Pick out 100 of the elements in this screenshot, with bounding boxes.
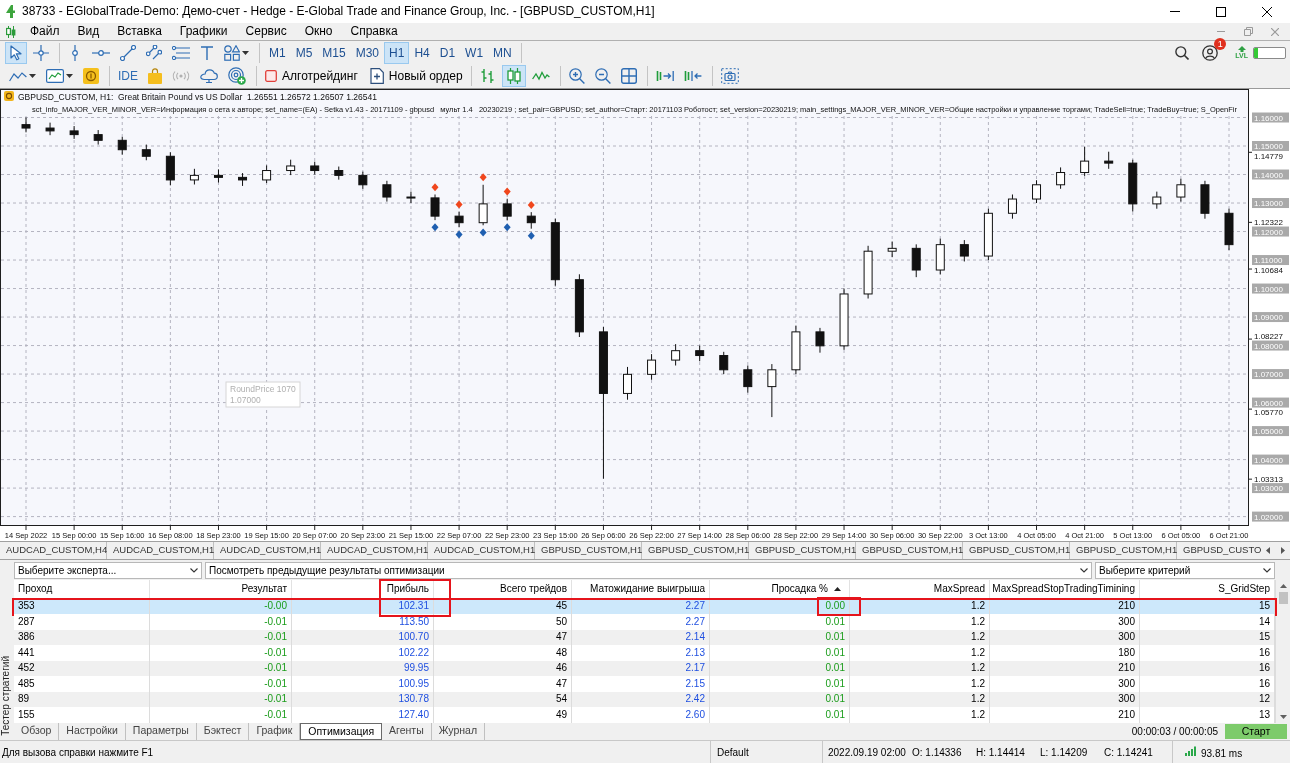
timeframe-button[interactable]: MN — [488, 41, 517, 64]
caret-down-icon — [66, 74, 73, 78]
column-header[interactable]: MaxSpreadStopTradingTimining — [992, 581, 1135, 596]
crosshair-icon — [33, 44, 49, 61]
start-button[interactable]: Старт — [1225, 723, 1287, 739]
new-order-button[interactable]: Новый ордер — [365, 65, 467, 87]
table-cell: -0.01 — [264, 646, 287, 659]
price-value: L: 1.14209 — [1039, 746, 1089, 760]
table-cell: 1.2 — [971, 662, 985, 675]
grid-icon — [620, 68, 637, 84]
table-row[interactable]: 287 -0.01 113.50 50 2.27 0.01 1.2 300 14 — [14, 614, 1275, 630]
chart-tab[interactable]: GBPUSD_CUSTOM,H1 — [642, 542, 749, 559]
candlestick-button[interactable] — [501, 65, 526, 87]
menu-item[interactable]: Справка — [341, 23, 407, 40]
table-row[interactable]: 441 -0.01 102.22 48 2.13 0.01 1.2 180 16 — [14, 645, 1275, 661]
chart-tab[interactable]: AUDCAD_CUSTOM,H1 — [107, 542, 214, 559]
candlestick — [262, 164, 272, 184]
panel-tab[interactable]: Бэктест — [196, 722, 250, 740]
ref-line-label: 1.10000 — [1254, 284, 1284, 294]
candlestick — [430, 193, 440, 221]
scrollbar-thumb[interactable] — [1278, 591, 1288, 604]
panel-tab[interactable]: Журнал — [431, 722, 486, 740]
ref-line-label: 1.03000 — [1254, 484, 1284, 494]
price-value: H: 1.14414 — [975, 746, 1026, 760]
panel-tab[interactable]: Обзор — [14, 722, 60, 740]
ping-value: 93.81 ms — [1201, 747, 1243, 761]
chart-tab[interactable]: GBPUSD_CUSTOM,H1 — [856, 542, 963, 559]
price-label: 1.10684 — [1254, 265, 1283, 275]
chart-tab[interactable]: GBPUSD_CUSTOM,H1 — [963, 542, 1070, 559]
timeframe-button[interactable]: M5 — [290, 41, 318, 64]
ref-line-label: 1.15000 — [1254, 142, 1284, 152]
zoom-in-icon — [568, 68, 585, 84]
table-cell: 1.2 — [971, 708, 985, 721]
column-header[interactable]: Проход — [18, 581, 53, 596]
timeframe-button[interactable]: W1 — [460, 41, 489, 64]
results-select[interactable]: Посмотреть предыдущие результаты оптимизации — [205, 562, 1092, 580]
table-cell: 2.60 — [685, 708, 705, 721]
table-cell: 1.2 — [971, 600, 985, 613]
column-header[interactable]: Результат — [241, 581, 287, 596]
column-header[interactable]: Просадка % — [771, 581, 828, 596]
right-triangle-icon — [1280, 547, 1285, 554]
price-value: O: 1.14336 — [911, 746, 963, 760]
algo-trading-button[interactable]: Алготрейдинг — [261, 65, 362, 87]
chart-tab[interactable]: GBPUSD_CUSTOM,H1 — [535, 542, 642, 559]
panel-tab[interactable]: Агенты — [382, 722, 432, 740]
coin-icon — [83, 68, 99, 84]
ref-line-label: 1.08000 — [1254, 341, 1284, 351]
table-cell: 2.27 — [685, 600, 705, 613]
timeframe-button[interactable]: H4 — [409, 41, 435, 64]
timeframe-button[interactable]: H1 — [384, 41, 410, 64]
chart-tab[interactable]: GBPUSD_CUSTOM,H1 — [1070, 542, 1177, 559]
table-cell: 0.01 — [825, 708, 845, 721]
menu-item[interactable]: Сервис — [236, 23, 296, 40]
menu-item[interactable]: Файл — [21, 23, 69, 40]
cursor-button[interactable] — [5, 41, 27, 64]
column-header[interactable]: Матожидание выигрыша — [590, 581, 705, 596]
chart-tab[interactable]: AUDCAD_CUSTOM,H4 — [0, 542, 107, 559]
timeframe-button[interactable]: M15 — [317, 41, 351, 64]
column-header[interactable]: MaxSpread — [933, 581, 985, 596]
column-header[interactable]: Прибыль — [386, 581, 429, 596]
ref-line-label: 1.14000 — [1254, 170, 1284, 180]
chart-tab[interactable]: GBPUSD_CUSTOM,H1 — [749, 542, 856, 559]
menu-item[interactable]: Окно — [295, 23, 342, 40]
table-row[interactable]: 155 -0.01 127.40 49 2.60 0.01 1.2 210 13 — [14, 707, 1275, 723]
trend-line-icon — [120, 44, 136, 61]
candlestick — [1080, 146, 1090, 177]
timeframe-button[interactable]: D1 — [434, 41, 461, 64]
chart-tab[interactable]: AUDCAD_CUSTOM,H1 — [321, 542, 428, 559]
panel-tab[interactable]: Параметры — [125, 722, 197, 740]
chart-tab[interactable]: GBPUSD_CUSTO — [1177, 542, 1260, 559]
table-row[interactable]: 353 -0.00 102.31 45 2.27 0.00 1.2 210 15 — [14, 598, 1275, 614]
candlestick — [454, 211, 464, 228]
expert-select[interactable]: Выберите эксперта... — [14, 562, 202, 580]
timeframe-button[interactable]: M30 — [350, 41, 385, 64]
price-level-label: 1.16000 — [1252, 112, 1289, 123]
chart-tab[interactable]: AUDCAD_CUSTOM,H1 — [428, 542, 535, 559]
table-cell: 45 — [555, 600, 567, 613]
menu-item[interactable]: Графики — [170, 23, 237, 40]
table-row[interactable]: 485 -0.01 100.95 47 2.15 0.01 1.2 300 16 — [14, 676, 1275, 692]
timeframe-button[interactable]: M1 — [264, 41, 291, 64]
document-plus-icon — [369, 68, 384, 84]
table-cell: 89 — [18, 693, 30, 706]
column-header[interactable]: Всего трейдов — [500, 581, 567, 596]
chart-tab[interactable]: AUDCAD_CUSTOM,H1 — [214, 542, 321, 559]
menu-item[interactable]: Вид — [68, 23, 109, 40]
menu-item[interactable]: Вставка — [108, 23, 171, 40]
bar-chart-icon — [479, 68, 496, 84]
candlestick — [165, 151, 175, 186]
table-cell: 100.95 — [398, 677, 429, 690]
criterion-select[interactable]: Выберите критерий — [1095, 562, 1275, 580]
shopping-bag-icon — [148, 68, 162, 84]
price-level-label: 1.15000 — [1252, 141, 1289, 151]
candlestick — [406, 191, 416, 204]
panel-tab[interactable]: Настройки — [59, 722, 126, 740]
candlestick — [647, 353, 657, 381]
chevron-down-icon — [1263, 568, 1271, 574]
column-header[interactable]: S_GridStep — [1218, 581, 1270, 596]
label-text: 1.07000 — [230, 395, 261, 405]
ide-button[interactable]: IDE — [114, 65, 142, 87]
candlestick — [69, 125, 79, 140]
